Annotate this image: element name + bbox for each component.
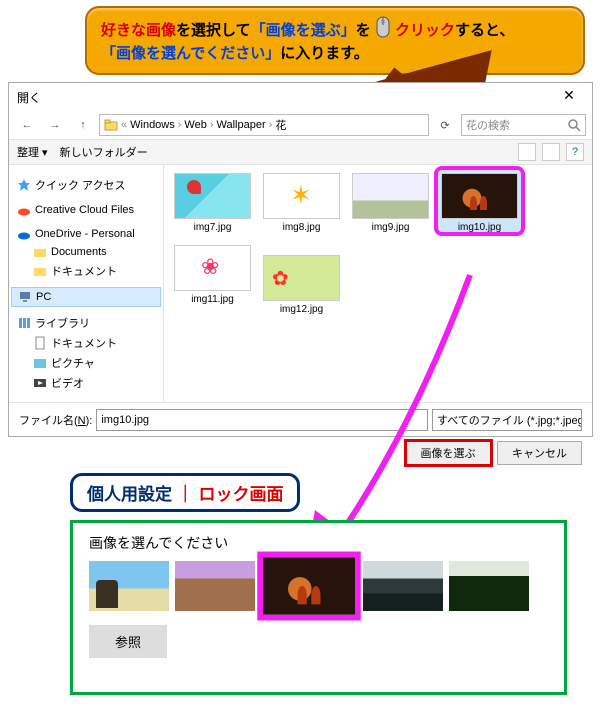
cloud-icon xyxy=(17,203,31,217)
browse-button[interactable]: 参照 xyxy=(89,625,167,658)
library-icon xyxy=(17,316,31,330)
settings-label-part: ロック画面 xyxy=(198,485,283,504)
nav-up-button[interactable]: ↑ xyxy=(71,113,95,137)
file-thumbnail xyxy=(441,173,518,219)
file-name: img7.jpg xyxy=(174,222,251,233)
file-thumbnail xyxy=(174,173,251,219)
sidebar-item-documents[interactable]: Documents xyxy=(11,243,161,261)
file-item[interactable]: img8.jpg xyxy=(263,173,340,233)
sidebar-item-lib-videos[interactable]: ビデオ xyxy=(11,373,161,393)
nav-forward-button[interactable]: → xyxy=(43,113,67,137)
image-option-selected[interactable] xyxy=(263,557,355,615)
lock-screen-settings-panel: 画像を選んでください 参照 xyxy=(70,520,567,695)
callout-text: すると、 xyxy=(455,22,514,39)
breadcrumb-item[interactable]: Windows xyxy=(130,119,175,131)
image-option[interactable] xyxy=(89,561,169,611)
file-name: img10.jpg xyxy=(441,222,518,233)
view-button[interactable] xyxy=(518,143,536,161)
new-folder-button[interactable]: 新しいフォルダー xyxy=(60,144,148,160)
document-icon xyxy=(33,336,47,350)
help-button[interactable]: ? xyxy=(566,143,584,161)
settings-label-part: 個人用設定 xyxy=(87,485,172,504)
callout-text: を xyxy=(356,22,371,39)
dialog-titlebar: 開く ✕ xyxy=(9,83,592,111)
image-option[interactable] xyxy=(363,561,443,611)
file-item[interactable]: img11.jpg xyxy=(174,245,251,315)
file-thumbnail xyxy=(352,173,429,219)
separator: ｜ xyxy=(177,485,194,504)
callout-text: 「画像を選ぶ」 xyxy=(251,22,356,39)
image-option[interactable] xyxy=(449,561,529,611)
sidebar-item-onedrive[interactable]: OneDrive - Personal xyxy=(11,225,161,243)
close-button[interactable]: ✕ xyxy=(554,87,584,107)
file-thumbnail xyxy=(263,173,340,219)
image-options-row xyxy=(89,561,548,611)
chevron-right-icon: « xyxy=(121,119,127,131)
breadcrumb-item[interactable]: Web xyxy=(184,119,206,131)
callout-text: クリック xyxy=(395,22,455,39)
settings-breadcrumb-label: 個人用設定 ｜ ロック画面 xyxy=(70,473,300,512)
mouse-icon xyxy=(375,16,391,38)
instruction-callout: 好きな画像を選択して「画像を選ぶ」を クリックすると、 「画像を選んでください」… xyxy=(85,6,585,75)
search-input[interactable]: 花の検索 xyxy=(461,114,586,136)
file-name: img11.jpg xyxy=(174,294,251,305)
image-option[interactable] xyxy=(175,561,255,611)
picture-icon xyxy=(33,356,47,370)
file-item[interactable]: img9.jpg xyxy=(352,173,429,233)
organize-menu[interactable]: 整理 ▾ xyxy=(17,144,48,160)
chevron-right-icon: › xyxy=(269,119,273,131)
chevron-right-icon: › xyxy=(210,119,214,131)
breadcrumb-item[interactable]: 花 xyxy=(275,117,286,133)
sidebar-item-quickaccess[interactable]: クイック アクセス xyxy=(11,175,161,195)
cloud-icon xyxy=(17,227,31,241)
callout-text: を選択して xyxy=(176,22,251,39)
breadcrumb-item[interactable]: Wallpaper xyxy=(217,119,266,131)
chevron-right-icon: › xyxy=(178,119,182,131)
video-icon xyxy=(33,376,47,390)
callout-text: 好きな画像 xyxy=(101,22,176,39)
sidebar-item-lib-pictures[interactable]: ピクチャ xyxy=(11,353,161,373)
folder-icon xyxy=(33,264,47,278)
file-name: img9.jpg xyxy=(352,222,429,233)
sidebar-item-documents-jp[interactable]: ドキュメント xyxy=(11,261,161,281)
preview-pane-button[interactable] xyxy=(542,143,560,161)
file-item[interactable]: img7.jpg xyxy=(174,173,251,233)
callout-text: 「画像を選んでください」 xyxy=(101,45,280,62)
folder-icon xyxy=(104,118,118,132)
navigation-sidebar: クイック アクセス Creative Cloud Files OneDrive … xyxy=(9,165,164,402)
nav-back-button[interactable]: ← xyxy=(15,113,39,137)
filename-label: ファイル名(N): xyxy=(19,412,92,428)
folder-icon xyxy=(33,245,47,259)
file-item-selected[interactable]: img10.jpg xyxy=(441,173,518,233)
sidebar-item-library[interactable]: ライブラリ xyxy=(11,313,161,333)
star-icon xyxy=(17,178,31,192)
sidebar-item-creativecloud[interactable]: Creative Cloud Files xyxy=(11,201,161,219)
address-bar[interactable]: « Windows› Web› Wallpaper› 花 xyxy=(99,114,429,136)
file-thumbnail xyxy=(174,245,251,291)
search-placeholder: 花の検索 xyxy=(466,117,510,133)
sidebar-item-pc[interactable]: PC xyxy=(11,287,161,307)
panel-title: 画像を選んでください xyxy=(89,533,548,553)
file-name: img8.jpg xyxy=(263,222,340,233)
search-icon xyxy=(567,118,581,132)
dialog-toolbar: 整理 ▾ 新しいフォルダー ? xyxy=(9,139,592,165)
refresh-button[interactable]: ⟳ xyxy=(433,113,457,137)
sidebar-item-lib-documents[interactable]: ドキュメント xyxy=(11,333,161,353)
callout-text: に入ります。 xyxy=(280,45,369,62)
dialog-title: 開く xyxy=(17,89,41,106)
pc-icon xyxy=(18,290,32,304)
